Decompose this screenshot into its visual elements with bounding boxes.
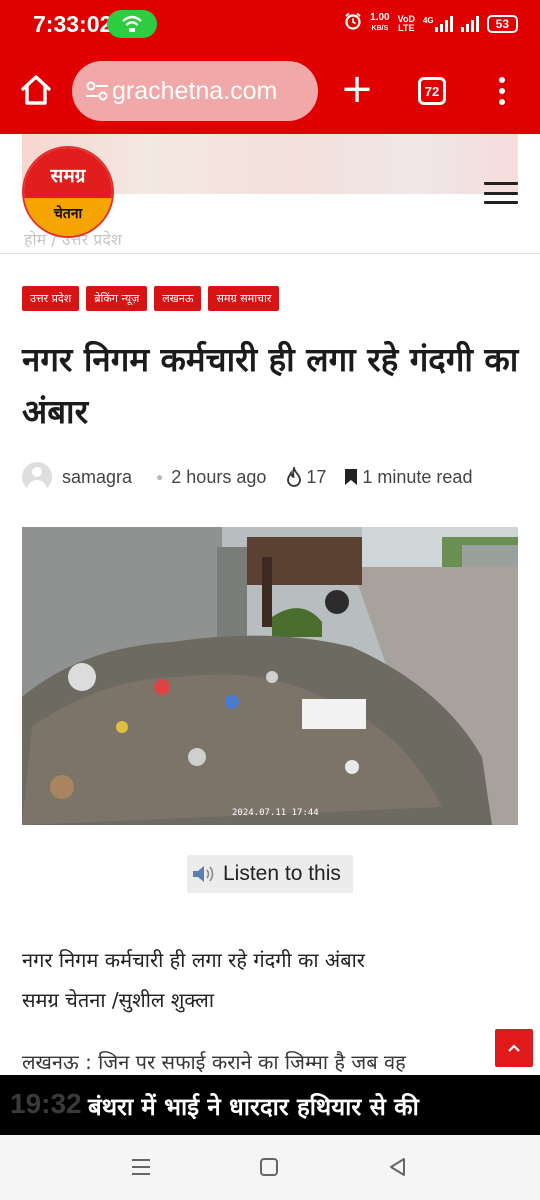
ticker-headline[interactable]: बंथरा में भाई ने धारदार हथियार से की	[88, 1090, 419, 1123]
article-body: नगर निगम कर्मचारी ही लगा रहे गंदगी का अं…	[22, 940, 522, 1082]
hotspot-icon	[107, 10, 157, 38]
volte-bottom: LTE	[398, 22, 415, 33]
home-icon	[21, 75, 51, 105]
alarm-icon	[344, 12, 362, 35]
body-paragraph: समग्र चेतना /सुशील शुक्ला	[22, 988, 215, 1012]
signal-icon-2	[460, 15, 479, 32]
photo-timestamp: 2024.07.11 17:44	[232, 808, 319, 818]
url-text: grachetna.com	[112, 76, 278, 105]
article-image[interactable]: 2024.07.11 17:44	[22, 527, 518, 825]
network-type-label: 4G	[422, 15, 434, 25]
category-tag[interactable]: समग्र समाचार	[208, 286, 280, 311]
separator-dot: ●	[156, 470, 164, 484]
category-tag[interactable]: ब्रेकिंग न्यूज़	[86, 286, 148, 311]
browser-toolbar: grachetna.com + 72	[0, 50, 540, 134]
recent-apps-icon[interactable]	[129, 1155, 153, 1179]
hamburger-menu-icon[interactable]	[484, 182, 518, 204]
news-ticker[interactable]: 19:32 बंथरा में भाई ने धारदार हथियार से …	[0, 1075, 540, 1135]
logo-bottom-text: चेतना	[24, 198, 112, 236]
article-meta: samagra ● 2 hours ago 17 1 minute read	[22, 460, 522, 494]
published-time: 2 hours ago	[171, 466, 267, 487]
avatar[interactable]	[22, 462, 52, 492]
net-speed-unit: KB/S	[371, 25, 389, 32]
listen-button[interactable]: Listen to this	[187, 855, 353, 893]
battery-icon: 53	[486, 14, 518, 33]
category-tags: उत्तर प्रदेश ब्रेकिंग न्यूज़ लखनऊ समग्र …	[22, 286, 280, 311]
category-tag[interactable]: उत्तर प्रदेश	[22, 286, 80, 311]
speaker-icon	[193, 866, 214, 882]
fire-icon	[287, 467, 302, 487]
ticker-clock: 19:32	[10, 1088, 82, 1119]
signal-icon	[434, 15, 453, 32]
volte-indicator: VoD LTE	[398, 14, 415, 33]
category-tag[interactable]: लखनऊ	[154, 286, 202, 311]
status-icons: 1.00 KB/S VoD LTE 4G 53	[344, 12, 518, 35]
article-title: नगर निगम कर्मचारी ही लगा रहे गंदगी का अं…	[22, 340, 519, 431]
home-button[interactable]	[18, 72, 54, 108]
plus-icon: +	[340, 66, 374, 112]
listen-label: Listen to this	[223, 862, 341, 885]
read-time-value: 1 minute read	[362, 466, 473, 487]
system-nav-bar	[0, 1135, 540, 1200]
clock: 7:33:02	[33, 11, 113, 37]
back-icon[interactable]	[386, 1155, 410, 1179]
more-vert-icon[interactable]	[492, 74, 512, 108]
read-time: 1 minute read	[344, 467, 472, 488]
scroll-to-top-button[interactable]	[495, 1029, 533, 1067]
network-type: 4G	[422, 15, 453, 32]
home-nav-icon[interactable]	[257, 1155, 281, 1179]
body-paragraph: नगर निगम कर्मचारी ही लगा रहे गंदगी का अं…	[22, 948, 365, 972]
bookmark-icon	[345, 469, 358, 485]
address-bar[interactable]: grachetna.com	[72, 61, 318, 121]
logo-top-text: समग्र	[24, 148, 112, 198]
chevron-up-icon	[508, 1044, 520, 1052]
view-count: 17	[286, 467, 326, 488]
net-speed-value: 1.00	[370, 12, 390, 23]
status-bar: 7:33:02 1.00 KB/S VoD LTE 4G 53	[0, 0, 540, 50]
net-speed: 1.00 KB/S	[370, 13, 389, 34]
new-tab-button[interactable]: +	[340, 69, 374, 110]
view-count-value: 17	[306, 466, 327, 487]
site-logo[interactable]: समग्र चेतना	[24, 148, 112, 236]
author-name[interactable]: samagra	[62, 467, 132, 488]
site-header: होम / उत्तर प्रदेश समग्र चेतना	[0, 134, 540, 254]
tab-switcher-button[interactable]: 72	[418, 77, 446, 105]
tune-icon[interactable]	[84, 78, 110, 104]
